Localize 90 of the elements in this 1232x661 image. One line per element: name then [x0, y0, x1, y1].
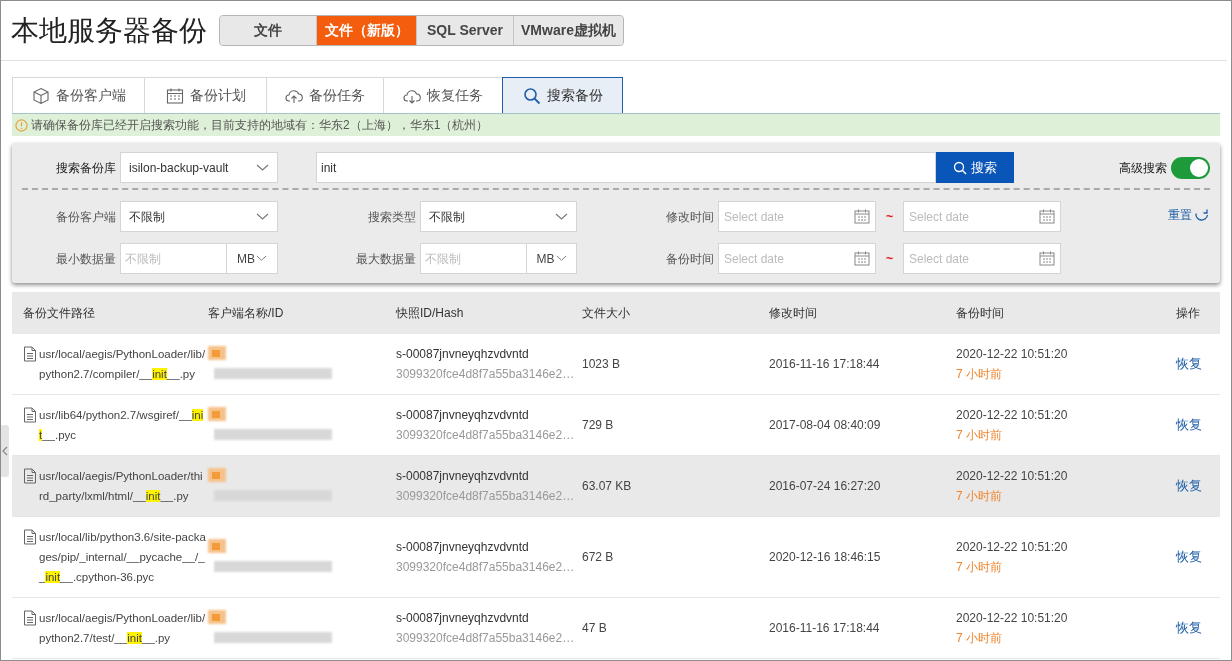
search-icon — [953, 160, 967, 175]
collapse-handle[interactable] — [1, 425, 9, 477]
field-label: 最小数据量 — [55, 250, 117, 268]
column-header: 快照ID/Hash — [396, 306, 464, 320]
tab[interactable]: 搜索备份 — [502, 77, 623, 113]
notice-text: 请确保备份库已经开启搜索功能，目前支持的地域有：华东2（上海），华东1（杭州） — [31, 117, 489, 134]
backup-time: 2020-12-22 10:51:20 — [956, 468, 1069, 485]
file-icon — [23, 610, 37, 626]
number-field[interactable]: 不限制 MB — [120, 243, 278, 274]
chevron-left-icon — [2, 446, 8, 456]
toggle-switch[interactable] — [1171, 156, 1210, 179]
segment-tab[interactable]: VMware虚拟机 — [513, 16, 623, 45]
field-label: 备份时间 — [665, 250, 715, 268]
column-header: 备份文件路径 — [23, 306, 95, 320]
backup-time: 2020-12-22 10:51:20 — [956, 346, 1069, 363]
search-field[interactable]: init — [316, 152, 936, 183]
file-icon — [23, 468, 37, 484]
relative-time: 7 小时前 — [956, 559, 1003, 576]
restore-link[interactable]: 恢复 — [1176, 478, 1202, 493]
restore-link[interactable]: 恢复 — [1176, 549, 1202, 564]
calendar-icon — [1039, 251, 1055, 266]
snapshot-id: s-00087jnvneyqhzvdvntd — [396, 407, 530, 424]
file-size: 1023 B — [582, 357, 621, 371]
chevron-down-icon — [256, 255, 267, 262]
chevron-down-icon — [555, 255, 567, 262]
hash-text: 3099320fce4d8f7a55ba3146e2… — [396, 488, 576, 505]
calendar-icon — [854, 251, 870, 266]
file-size: 63.07 KB — [582, 479, 632, 493]
chevron-down-icon — [555, 212, 568, 221]
column-header: 修改时间 — [769, 306, 817, 320]
calendar-icon — [165, 86, 184, 105]
relative-time: 7 小时前 — [956, 366, 1003, 383]
hash-text: 3099320fce4d8f7a55ba3146e2… — [396, 427, 576, 444]
dropdown[interactable]: 不限制 — [420, 201, 577, 232]
file-size: 672 B — [582, 550, 614, 564]
backup-time: 2020-12-22 10:51:20 — [956, 539, 1069, 556]
snapshot-id: s-00087jnvneyqhzvdvntd — [396, 610, 530, 627]
snapshot-id: s-00087jnvneyqhzvdvntd — [396, 539, 530, 556]
modified-time: 2020-12-16 18:46:15 — [769, 550, 881, 564]
column-header: 客户端名称/ID — [208, 306, 284, 320]
backup-time: 2020-12-22 10:51:20 — [956, 407, 1069, 424]
dropdown[interactable]: 不限制 — [120, 201, 278, 232]
snapshot-id: s-00087jnvneyqhzvdvntd — [396, 468, 530, 485]
box-icon — [31, 86, 50, 105]
file-icon — [23, 346, 37, 362]
restore-link[interactable]: 恢复 — [1176, 417, 1202, 432]
hash-text: 3099320fce4d8f7a55ba3146e2… — [396, 366, 576, 383]
unit-dropdown[interactable]: MB — [227, 244, 277, 273]
modified-time: 2016-11-16 17:18:44 — [769, 621, 880, 635]
field-label: 修改时间 — [665, 208, 715, 226]
file-size: 47 B — [582, 621, 607, 635]
dropdown[interactable]: isilon-backup-vault — [120, 152, 278, 183]
warning-icon — [15, 118, 28, 132]
snapshot-id: s-00087jnvneyqhzvdvntd — [396, 346, 530, 363]
page-title: 本地服务器备份 — [11, 16, 207, 45]
advanced-search-label: 高级搜索 — [1119, 159, 1167, 177]
modified-time: 2017-08-04 08:40:09 — [769, 418, 881, 432]
range-separator: ~ — [884, 249, 895, 268]
file-icon — [23, 407, 37, 423]
restore-link[interactable]: 恢复 — [1176, 620, 1202, 635]
column-header: 文件大小 — [582, 306, 630, 320]
chevron-down-icon — [256, 212, 269, 221]
modified-time: 2016-11-16 17:18:44 — [769, 357, 880, 371]
range-separator: ~ — [884, 207, 895, 226]
reset-link[interactable]: 重置 — [1168, 206, 1210, 224]
calendar-icon — [854, 209, 870, 224]
restore-link[interactable]: 恢复 — [1176, 356, 1202, 371]
modified-time: 2016-07-24 16:27:20 — [769, 479, 881, 493]
field-label: 备份客户端 — [55, 208, 117, 226]
tab[interactable]: 备份客户端 — [12, 77, 145, 113]
hash-text: 3099320fce4d8f7a55ba3146e2… — [396, 630, 576, 647]
chevron-down-icon — [256, 163, 269, 172]
refresh-icon — [1194, 207, 1210, 223]
number-field[interactable]: 不限制 MB — [420, 243, 577, 274]
file-size: 729 B — [582, 418, 614, 432]
relative-time: 7 小时前 — [956, 427, 1003, 444]
calendar-icon — [1039, 209, 1055, 224]
field-label: 搜索类型 — [367, 208, 417, 226]
column-header: 备份时间 — [956, 306, 1004, 320]
column-header: 操作 — [1176, 306, 1200, 320]
file-icon — [23, 529, 37, 545]
unit-dropdown[interactable]: MB — [527, 244, 576, 273]
hash-text: 3099320fce4d8f7a55ba3146e2… — [396, 559, 576, 576]
backup-time: 2020-12-22 10:51:20 — [956, 610, 1069, 627]
search-icon — [522, 86, 541, 105]
field-label: 最大数据量 — [355, 250, 417, 268]
relative-time: 7 小时前 — [956, 630, 1003, 647]
field-label: 搜索备份库 — [55, 159, 117, 177]
search-button[interactable]: 搜索 — [936, 152, 1014, 183]
relative-time: 7 小时前 — [956, 488, 1003, 505]
